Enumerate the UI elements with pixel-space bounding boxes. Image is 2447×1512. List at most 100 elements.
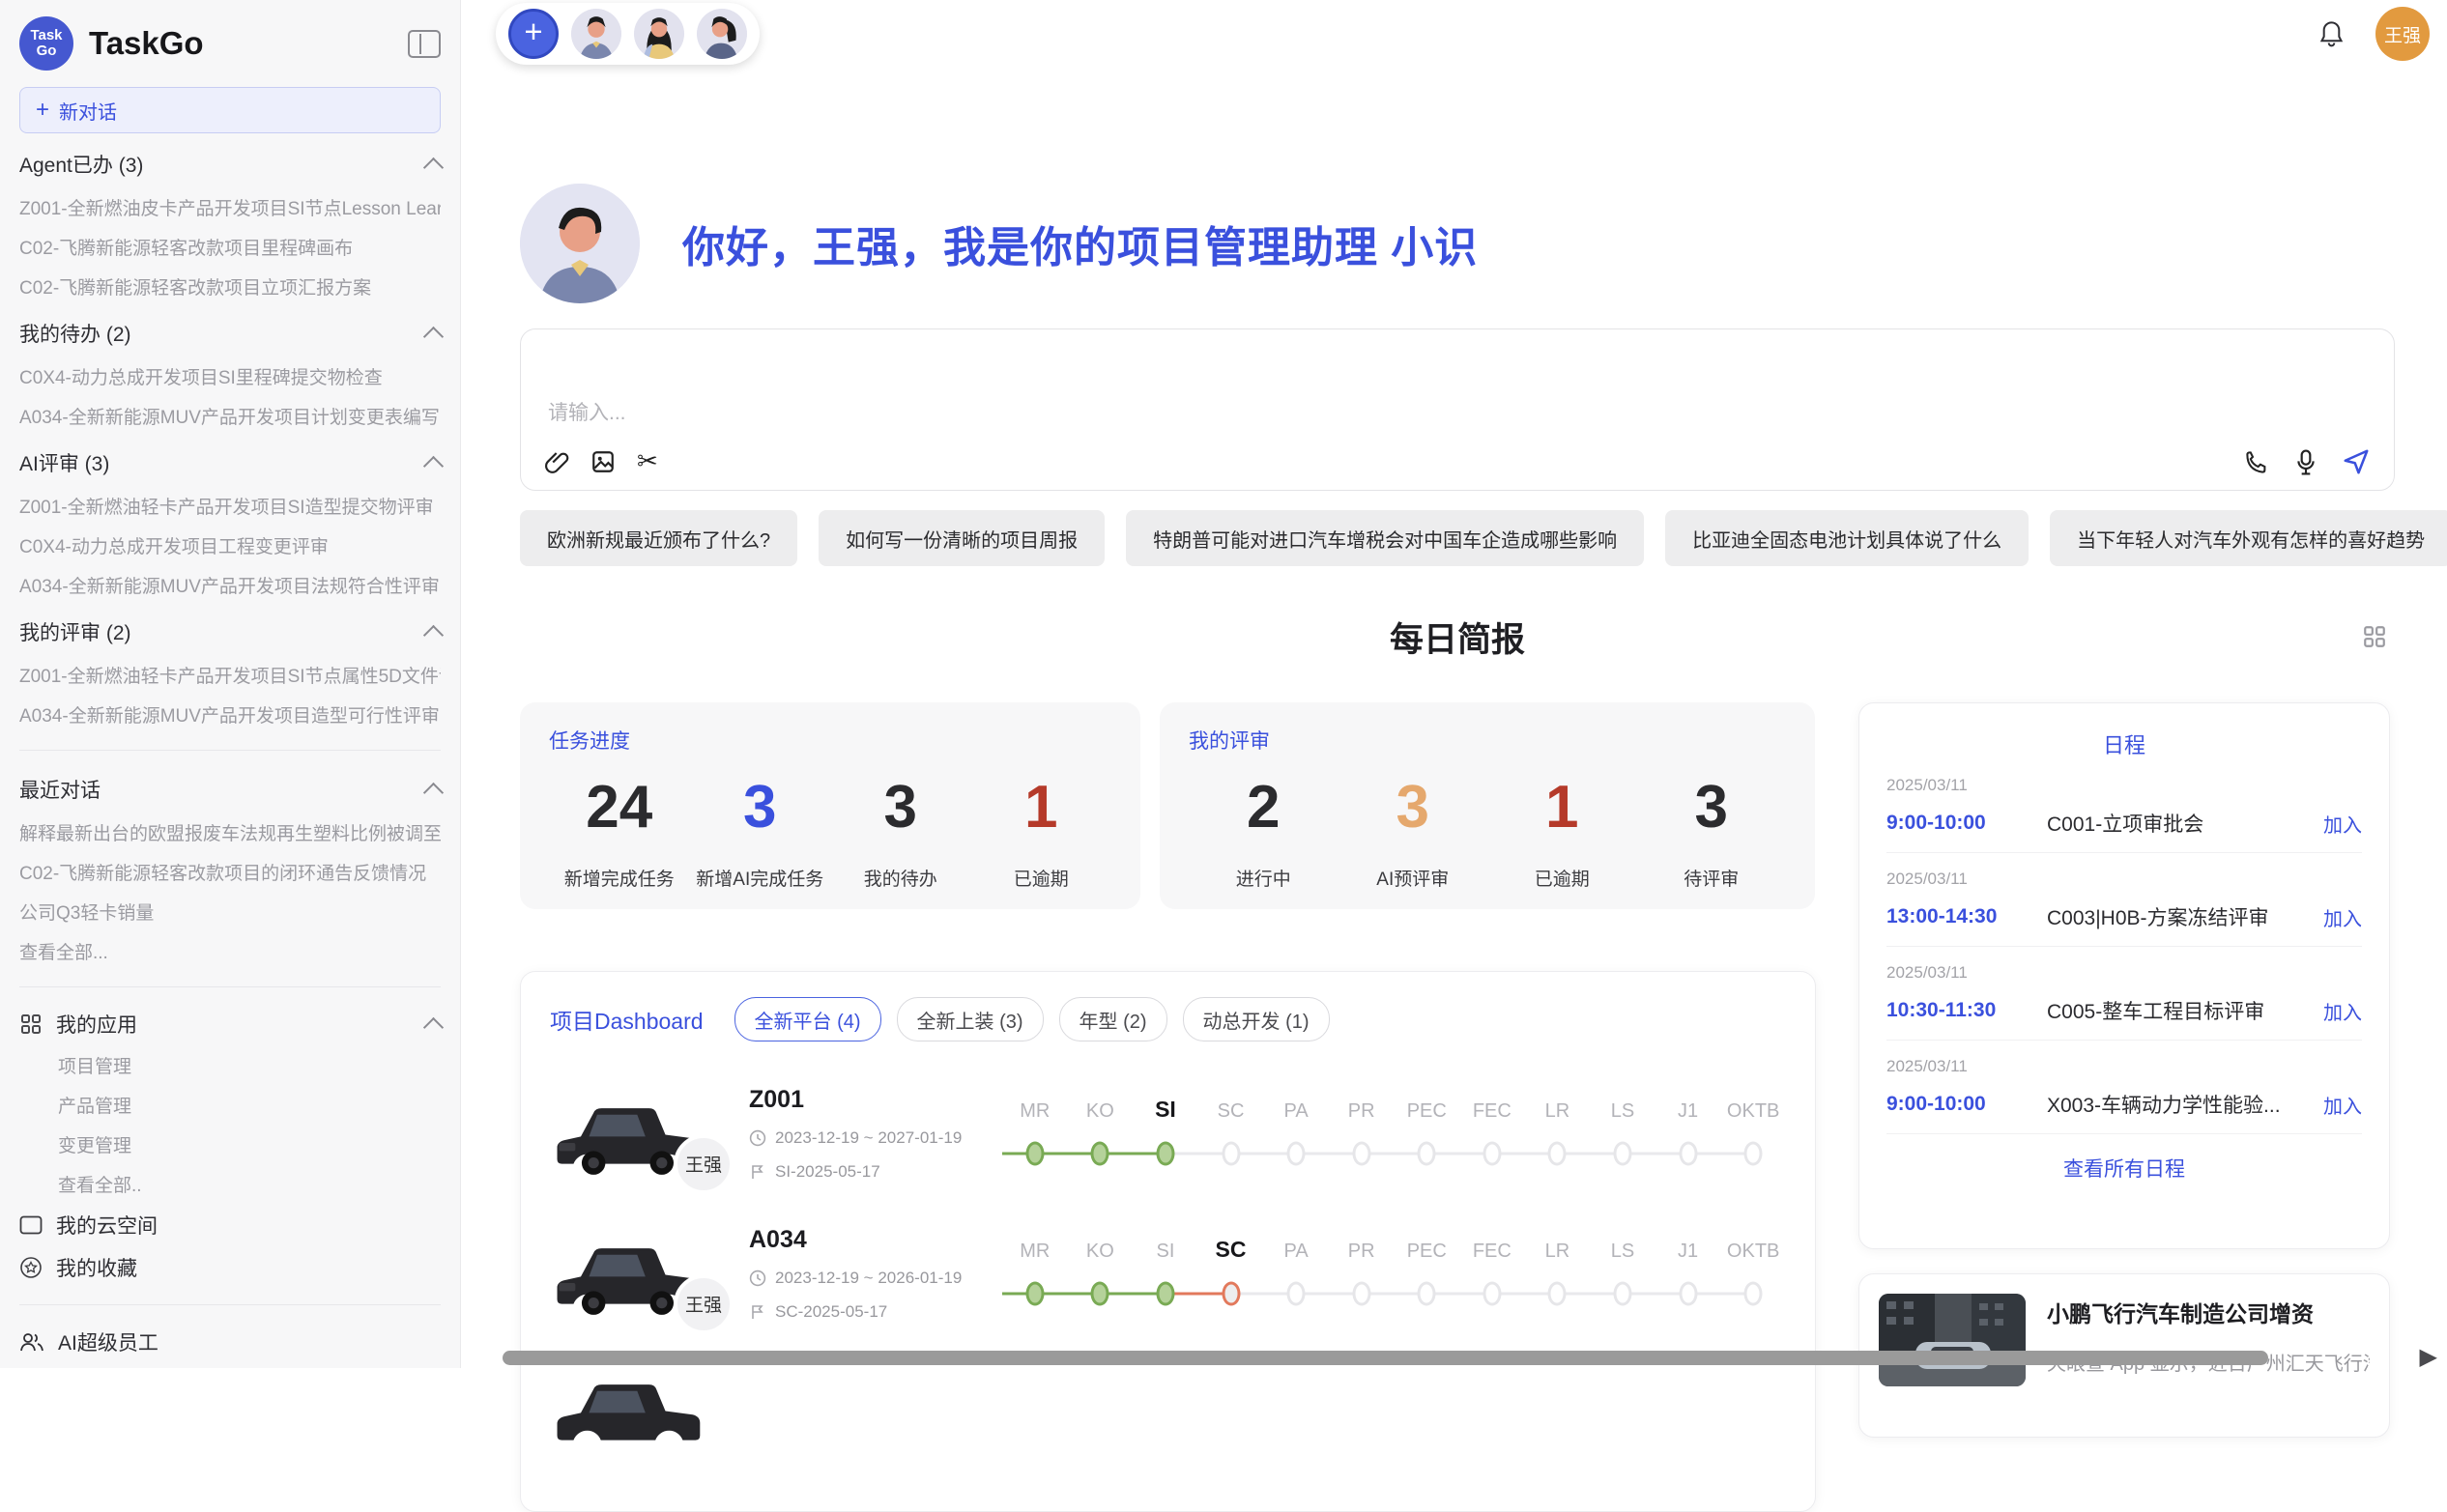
stat-pending-review: 3 待评审 bbox=[1637, 778, 1787, 891]
project-image: 王强 bbox=[550, 1230, 705, 1319]
join-link[interactable]: 加入 bbox=[2323, 903, 2362, 931]
dashboard-title: 项目Dashboard bbox=[550, 1003, 704, 1036]
sidebar-item[interactable]: C02-飞腾新能源轻客改款项目的闭环通告反馈情况 bbox=[19, 852, 441, 892]
add-session-button[interactable]: + bbox=[508, 9, 559, 59]
project-dates: 2023-12-19 ~ 2027-01-19 bbox=[749, 1128, 993, 1148]
suggestion-chip[interactable]: 当下年轻人对汽车外观有怎样的喜好趋势 bbox=[2050, 510, 2447, 566]
send-icon[interactable] bbox=[2342, 447, 2371, 476]
microphone-icon[interactable] bbox=[2293, 448, 2318, 476]
milestone-label-pr: PR bbox=[1329, 1241, 1395, 1263]
chevron-up-icon[interactable] bbox=[423, 456, 444, 476]
view-all-chats-link[interactable]: 查看全部... bbox=[19, 931, 441, 971]
chevron-up-icon[interactable] bbox=[423, 157, 444, 178]
sidebar-item[interactable]: C0X4-动力总成开发项目工程变更评审 bbox=[19, 526, 441, 565]
sidebar-item-cloud-space[interactable]: 我的云空间 bbox=[19, 1204, 441, 1246]
sidebar-item[interactable]: Z001-全新燃油轻卡产品开发项目SI节点属性5D文件评审 bbox=[19, 655, 441, 695]
sidebar-item[interactable]: C0X4-动力总成开发项目SI里程碑提交物检查 bbox=[19, 357, 441, 396]
sidebar-item-product-mgmt[interactable]: 产品管理 bbox=[58, 1085, 441, 1125]
sidebar-item-favorites[interactable]: 我的收藏 bbox=[19, 1246, 441, 1289]
section-title: 最近对话 bbox=[19, 775, 426, 804]
project-image bbox=[550, 1366, 705, 1455]
notifications-bell-icon[interactable] bbox=[2318, 19, 2345, 47]
horizontal-scrollbar[interactable] bbox=[503, 1351, 2268, 1365]
sidebar-item[interactable]: A034-全新新能源MUV产品开发项目造型可行性评审 bbox=[19, 695, 441, 734]
logo-text-top: Task bbox=[30, 28, 62, 43]
milestone-label-j1: J1 bbox=[1655, 1241, 1721, 1263]
collapse-sidebar-icon[interactable] bbox=[408, 30, 441, 58]
clock-icon bbox=[749, 1270, 766, 1287]
sidebar-item-help-write[interactable]: 帮我写作 bbox=[19, 1363, 441, 1368]
section-title: Agent已办 (3) bbox=[19, 150, 426, 179]
divider bbox=[19, 1304, 441, 1305]
view-all-schedule-link[interactable]: 查看所有日程 bbox=[1886, 1154, 2362, 1183]
sidebar-item[interactable]: A034-全新新能源MUV产品开发项目法规符合性评审 bbox=[19, 565, 441, 605]
sidebar-item-project-mgmt[interactable]: 项目管理 bbox=[58, 1045, 441, 1085]
join-link[interactable]: 加入 bbox=[2323, 997, 2362, 1025]
milestone-dot-lr bbox=[1525, 1136, 1591, 1171]
sidebar-item[interactable]: C02-飞腾新能源轻客改款项目立项汇报方案 bbox=[19, 267, 441, 306]
new-chat-button[interactable]: + 新对话 bbox=[19, 87, 441, 133]
suggestion-chip[interactable]: 比亚迪全固态电池计划具体说了什么 bbox=[1665, 510, 2029, 566]
filter-chip-powertrain[interactable]: 动总开发 (1) bbox=[1183, 997, 1330, 1041]
composer-tools-left: ✂ bbox=[544, 446, 658, 476]
suggestion-chip[interactable]: 特朗普可能对进口汽车增税会对中国车企造成哪些影响 bbox=[1126, 510, 1644, 566]
filter-chip-platform[interactable]: 全新平台 (4) bbox=[734, 997, 881, 1041]
sidebar-item[interactable]: Z001-全新燃油轻卡产品开发项目SI造型提交物评审 bbox=[19, 486, 441, 526]
chevron-up-icon[interactable] bbox=[423, 327, 444, 347]
milestone-dot-si bbox=[1133, 1276, 1198, 1311]
section-agent-done[interactable]: Agent已办 (3) bbox=[19, 141, 441, 187]
screenshot-scissors-icon[interactable]: ✂ bbox=[637, 446, 658, 476]
project-row[interactable]: 王强 Z001 2023-12-19 ~ 2027-01-19 SI-2025-… bbox=[550, 1086, 1786, 1182]
schedule-item: 2025/03/11 9:00-10:00 C001-立项审批会 加入 bbox=[1886, 759, 2362, 853]
layout-grid-icon[interactable] bbox=[2362, 624, 2387, 649]
filter-chip-model-year[interactable]: 年型 (2) bbox=[1059, 997, 1167, 1041]
project-row[interactable]: 王强 A034 2023-12-19 ~ 2026-01-19 SC-2025-… bbox=[550, 1226, 1786, 1322]
project-row-partial[interactable] bbox=[550, 1366, 1786, 1455]
assistant-avatar bbox=[520, 184, 640, 303]
divider bbox=[19, 986, 441, 987]
stat-label: 已逾期 bbox=[971, 865, 1112, 891]
suggestion-chip[interactable]: 欧洲新规最近颁布了什么? bbox=[520, 510, 797, 566]
join-link[interactable]: 加入 bbox=[2323, 1091, 2362, 1119]
avatar-2[interactable] bbox=[634, 9, 684, 59]
project-milestone-label: SC-2025-05-17 bbox=[775, 1302, 887, 1322]
chevron-up-icon[interactable] bbox=[423, 783, 444, 803]
sidebar-item[interactable]: 解释最新出台的欧盟报废车法规再生塑料比例被调至15%... bbox=[19, 813, 441, 852]
project-milestone-date: SC-2025-05-17 bbox=[749, 1302, 993, 1322]
user-avatar[interactable]: 王强 bbox=[2375, 7, 2430, 61]
sidebar-item[interactable]: Z001-全新燃油皮卡产品开发项目SI节点Lesson Learn报告 bbox=[19, 187, 441, 227]
sidebar-item[interactable]: 公司Q3轻卡销量 bbox=[19, 892, 441, 931]
sidebar-item[interactable]: A034-全新新能源MUV产品开发项目计划变更表编写 bbox=[19, 396, 441, 436]
phone-call-icon[interactable] bbox=[2244, 449, 2270, 475]
chevron-up-icon[interactable] bbox=[423, 1017, 444, 1038]
sidebar-item-ai-employee[interactable]: AI超级员工 bbox=[19, 1321, 441, 1363]
sidebar-item[interactable]: C02-飞腾新能源轻客改款项目里程碑画布 bbox=[19, 227, 441, 267]
section-ai-review[interactable]: AI评审 (3) bbox=[19, 440, 441, 486]
milestone-label-pec: PEC bbox=[1394, 1241, 1459, 1263]
suggestion-chip[interactable]: 如何写一份清晰的项目周报 bbox=[819, 510, 1105, 566]
stat-value: 3 bbox=[1339, 778, 1488, 838]
join-link[interactable]: 加入 bbox=[2323, 810, 2362, 838]
section-my-todo[interactable]: 我的待办 (2) bbox=[19, 310, 441, 357]
section-recent-chats[interactable]: 最近对话 bbox=[19, 766, 441, 813]
filter-chip-upfit[interactable]: 全新上装 (3) bbox=[897, 997, 1044, 1041]
truck-image bbox=[550, 1366, 705, 1455]
sidebar-item-change-mgmt[interactable]: 变更管理 bbox=[58, 1125, 441, 1164]
composer[interactable]: 请输入... ✂ bbox=[520, 328, 2395, 491]
view-all-apps-link[interactable]: 查看全部.. bbox=[58, 1164, 441, 1204]
cloud-space-icon bbox=[19, 1215, 43, 1235]
image-icon[interactable] bbox=[590, 449, 616, 474]
scroll-right-arrow-icon[interactable]: ▶ bbox=[2420, 1343, 2437, 1371]
avatar-1[interactable] bbox=[571, 9, 621, 59]
stat-overdue: 1 已逾期 bbox=[971, 778, 1112, 891]
stat-ai-done: 3 新增AI完成任务 bbox=[690, 778, 831, 891]
avatar-3[interactable] bbox=[697, 9, 747, 59]
milestone-dot-pec bbox=[1394, 1276, 1459, 1311]
section-my-review[interactable]: 我的评审 (2) bbox=[19, 609, 441, 655]
sidebar-item-my-apps[interactable]: 我的应用 bbox=[19, 1003, 441, 1045]
schedule-time: 10:30-11:30 bbox=[1886, 999, 2039, 1022]
milestone-dot-sc bbox=[1198, 1136, 1264, 1171]
attachment-icon[interactable] bbox=[544, 449, 569, 474]
project-date-range: 2023-12-19 ~ 2027-01-19 bbox=[775, 1128, 962, 1148]
chevron-up-icon[interactable] bbox=[423, 625, 444, 645]
